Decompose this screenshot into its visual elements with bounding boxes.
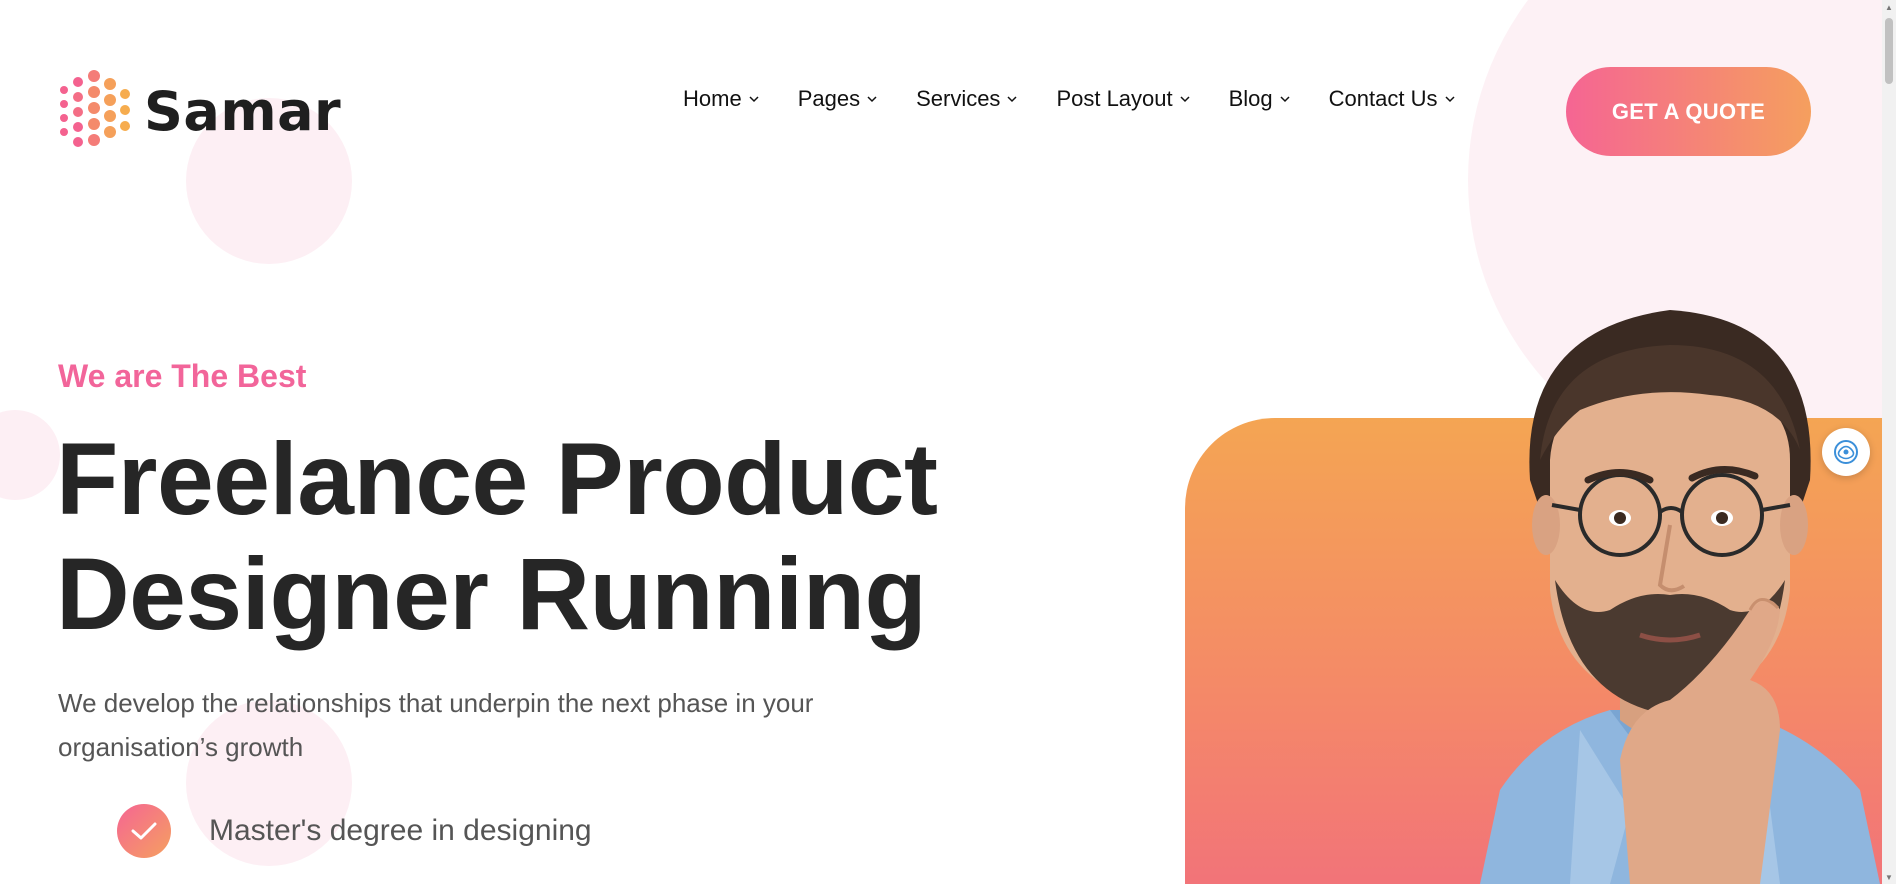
site-logo[interactable]: Samar: [56, 68, 341, 154]
scroll-up-arrow-icon[interactable]: ▲: [1882, 0, 1896, 14]
vertical-scrollbar[interactable]: ▲ ▼: [1882, 0, 1896, 884]
decorative-circle: [0, 410, 60, 500]
hero-headline-line: Freelance Product: [56, 422, 938, 536]
feature-item: Master's degree in designing: [117, 804, 592, 858]
hexagon-dots-logo-icon: [56, 68, 132, 154]
nav-item-label: Contact Us: [1328, 86, 1438, 111]
chevron-down-icon: [1280, 96, 1290, 103]
get-a-quote-button[interactable]: GET A QUOTE: [1566, 67, 1811, 156]
chat-assistant-button[interactable]: [1822, 428, 1870, 476]
main-nav: Home Pages Services Post Layout Blog Con…: [683, 86, 1456, 112]
nav-item-label: Services: [916, 86, 1001, 111]
hero-person-image: [1480, 310, 1880, 884]
nav-item-label: Blog: [1228, 86, 1273, 111]
nav-item-home[interactable]: Home: [683, 86, 760, 112]
page: Samar Home Pages Services Post Layout Bl…: [0, 0, 1882, 884]
check-icon: [117, 804, 171, 858]
hero-eyebrow: We are The Best: [58, 358, 307, 394]
nav-item-contact-us[interactable]: Contact Us: [1329, 86, 1456, 112]
chevron-down-icon: [867, 96, 877, 103]
nav-item-services[interactable]: Services: [916, 86, 1018, 112]
chevron-down-icon: [1444, 96, 1455, 103]
chevron-down-icon: [1180, 96, 1190, 103]
scroll-down-arrow-icon[interactable]: ▼: [1882, 870, 1896, 884]
nav-item-post-layout[interactable]: Post Layout: [1056, 86, 1190, 112]
feature-label: Master's degree in designing: [209, 814, 592, 847]
hero-subtitle: We develop the relationships that underp…: [58, 688, 814, 762]
scrollbar-thumb[interactable]: [1885, 18, 1893, 84]
brand-name: Samar: [144, 79, 342, 143]
nav-item-label: Pages: [797, 86, 861, 111]
chat-assistant-icon: [1834, 440, 1858, 464]
nav-item-pages[interactable]: Pages: [798, 86, 878, 112]
nav-item-label: Post Layout: [1056, 86, 1173, 111]
chevron-down-icon: [749, 96, 759, 103]
hero-headline-line: Designer Running: [56, 537, 927, 651]
chevron-down-icon: [1007, 96, 1017, 103]
nav-item-label: Home: [683, 86, 742, 111]
hero-headline: Freelance Product Designer Running: [56, 422, 1056, 652]
nav-item-blog[interactable]: Blog: [1229, 86, 1291, 112]
